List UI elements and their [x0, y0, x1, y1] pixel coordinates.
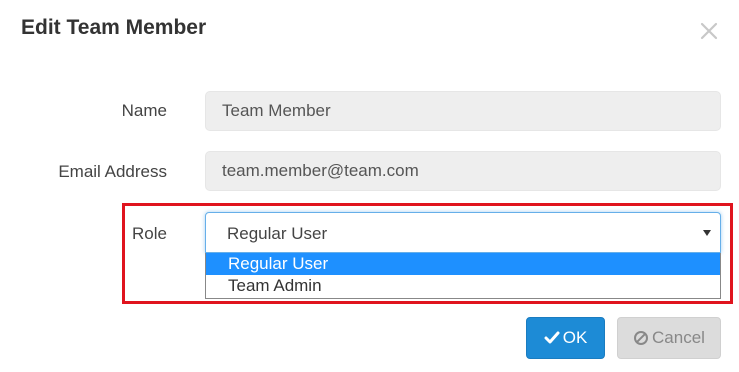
triangle-down-icon [703, 230, 711, 236]
role-select-value: Regular User [227, 224, 328, 243]
check-icon [544, 331, 560, 345]
cancel-button[interactable]: Cancel [617, 317, 721, 359]
cancel-button-label: Cancel [652, 328, 705, 347]
close-button[interactable] [697, 19, 721, 43]
ok-button-label: OK [562, 328, 588, 347]
ban-icon [633, 330, 649, 346]
role-select[interactable]: Regular User [205, 212, 721, 253]
role-option-regular-user[interactable]: Regular User [206, 253, 720, 275]
role-dropdown-list: Regular User Team Admin [205, 253, 721, 299]
ok-button[interactable]: OK [526, 317, 605, 359]
email-label: Email Address [58, 162, 167, 181]
name-field[interactable]: Team Member [205, 91, 721, 131]
name-label: Name [121, 101, 167, 120]
close-icon [700, 22, 718, 40]
role-label: Role [132, 224, 167, 243]
role-option-team-admin[interactable]: Team Admin [206, 275, 720, 297]
email-field[interactable]: team.member@team.com [205, 151, 721, 191]
edit-team-member-dialog: Edit Team Member Name Team Member Email … [0, 0, 739, 372]
dialog-title: Edit Team Member [21, 16, 207, 39]
